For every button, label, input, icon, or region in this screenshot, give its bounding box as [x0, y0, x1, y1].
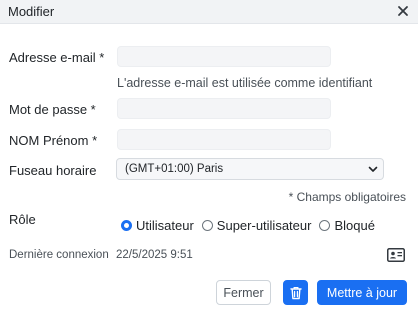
email-help-text: L'adresse e-mail est utilisée comme iden…	[117, 76, 373, 90]
close-button[interactable]: Fermer	[216, 280, 271, 305]
update-button[interactable]: Mettre à jour	[317, 280, 407, 305]
required-fields-note: * Champs obligatoires	[288, 190, 406, 204]
role-option-bloque[interactable]: Bloqué	[319, 217, 375, 233]
role-label: Rôle	[9, 212, 36, 227]
id-card-icon[interactable]	[387, 248, 405, 262]
dialog-header: Modifier	[0, 0, 418, 24]
chevron-down-icon	[368, 166, 378, 172]
password-label: Mot de passe *	[9, 102, 96, 117]
role-option-label: Utilisateur	[136, 217, 194, 233]
edit-dialog: Modifier Adresse e-mail * L'adresse e-ma…	[0, 0, 418, 317]
trash-icon	[289, 286, 302, 299]
role-option-label: Bloqué	[334, 217, 375, 233]
fullname-field[interactable]	[117, 129, 331, 150]
role-option-label: Super-utilisateur	[216, 217, 312, 233]
email-label: Adresse e-mail *	[9, 50, 105, 65]
fullname-label: NOM Prénom *	[9, 133, 98, 148]
timezone-select[interactable]: (GMT+01:00) Paris	[116, 158, 384, 180]
role-radio-group: Utilisateur Super-utilisateur Bloqué	[121, 216, 383, 234]
last-login-value: 22/5/2025 9:51	[116, 249, 193, 261]
delete-button[interactable]	[283, 280, 308, 305]
radio-button[interactable]	[201, 219, 213, 231]
last-login-label: Dernière connexion	[9, 249, 109, 261]
close-icon[interactable]	[396, 4, 410, 18]
timezone-selected-value: (GMT+01:00) Paris	[125, 163, 224, 175]
timezone-label: Fuseau horaire	[9, 163, 97, 178]
role-option-utilisateur[interactable]: Utilisateur	[121, 218, 194, 233]
radio-button[interactable]	[319, 219, 331, 231]
role-option-super-utilisateur[interactable]: Super-utilisateur	[201, 217, 312, 233]
password-field[interactable]	[117, 98, 331, 119]
dialog-title: Modifier	[8, 4, 55, 19]
email-field[interactable]	[117, 46, 331, 67]
radio-button-checked[interactable]	[121, 219, 132, 231]
